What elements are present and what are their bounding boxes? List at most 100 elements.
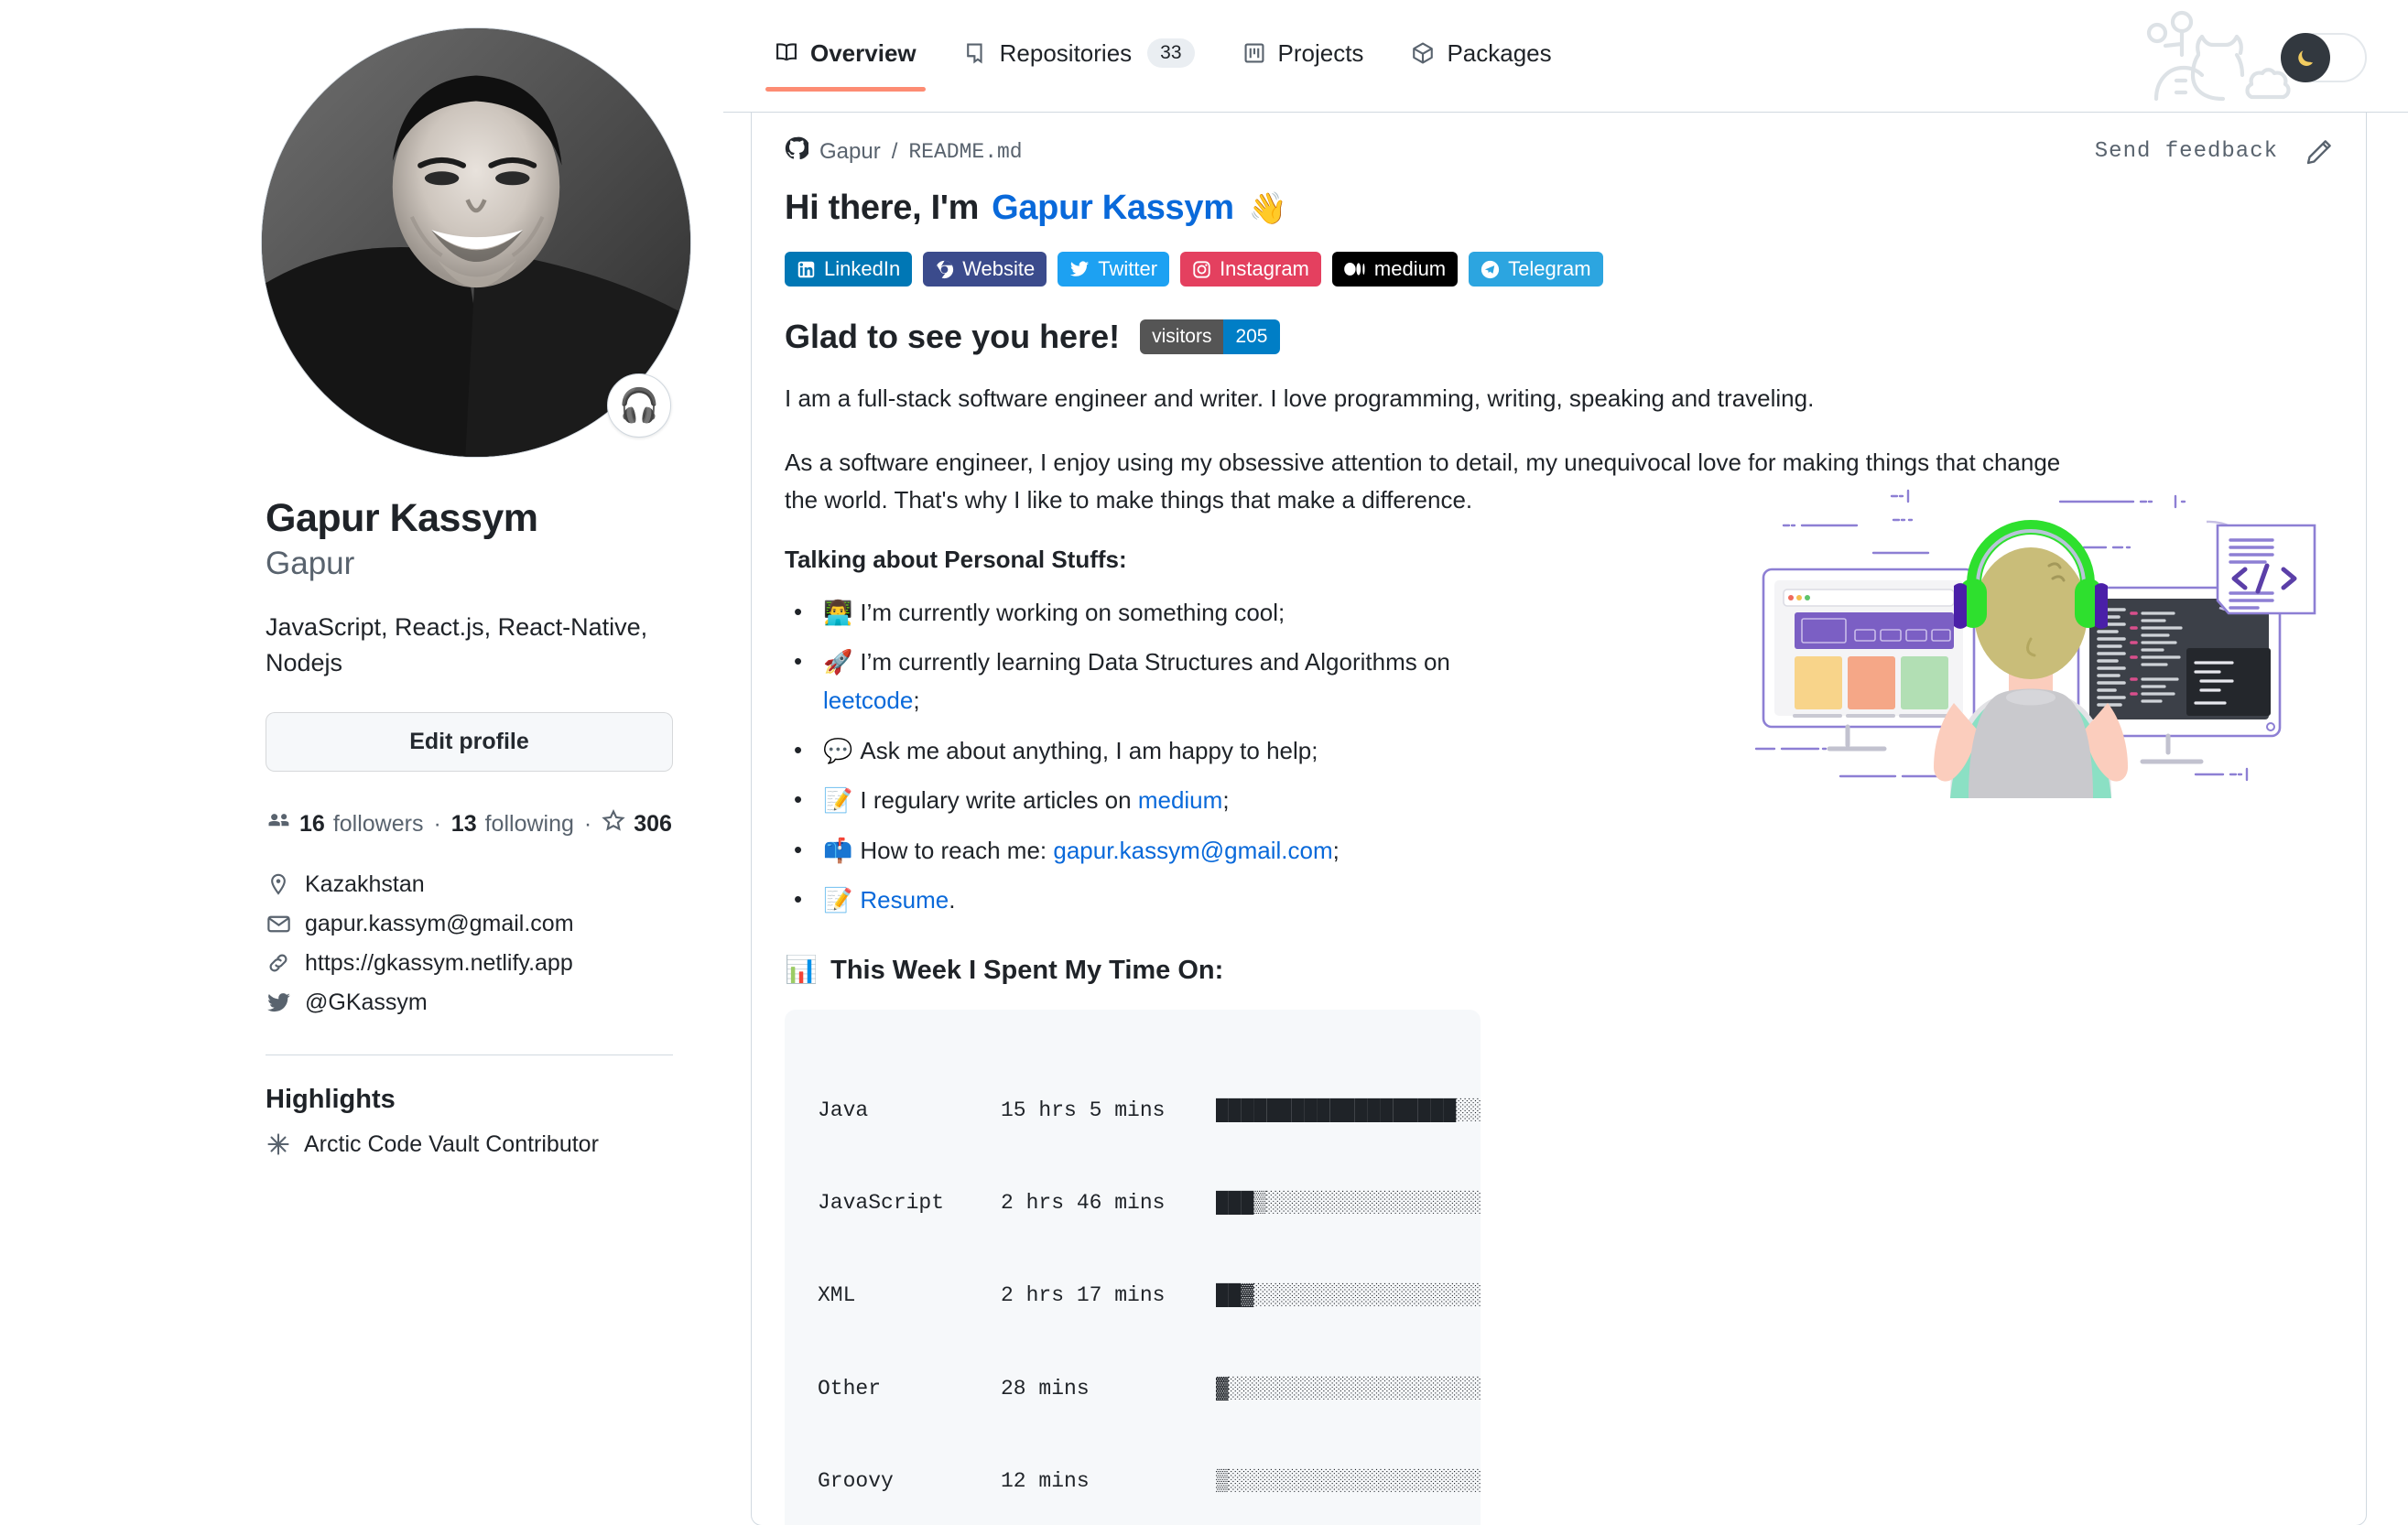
avatar-container: 🎧 (261, 27, 691, 458)
badge-instagram-label: Instagram (1220, 257, 1309, 280)
memo-icon: 📝 (823, 886, 853, 914)
moon-icon (2281, 33, 2330, 82)
badge-linkedin[interactable]: LinkedIn (785, 252, 913, 287)
followers-count[interactable]: 16 (299, 811, 325, 838)
tab-projects-label: Projects (1277, 38, 1364, 67)
highlights-title: Highlights (266, 1084, 396, 1114)
tab-projects[interactable]: Projects (1219, 39, 1388, 92)
visitors-badge: visitors 205 (1140, 319, 1280, 354)
status-badge[interactable]: 🎧 (607, 373, 671, 438)
tab-packages[interactable]: Packages (1387, 39, 1575, 92)
main-content: Overview Repositories 33 Projects Packag… (723, 0, 2408, 1525)
twitter-icon (1069, 259, 1090, 279)
star-icon (602, 808, 625, 839)
people-icon (266, 808, 291, 840)
rocket-icon: 🚀 (823, 648, 853, 676)
meta-twitter-text[interactable]: @GKassym (305, 990, 428, 1016)
readme-title-name[interactable]: Gapur Kassym (992, 189, 1234, 228)
wakatime-row: JavaScript 2 hrs 46 mins ███▒░░░░░░░░░░░… (818, 1188, 1481, 1219)
wakatime-time: 28 mins (1001, 1376, 1090, 1401)
meta-email[interactable]: gapur.kassym@gmail.com (266, 911, 673, 937)
book-icon (775, 41, 798, 65)
list-item: 📫How to reach me: gapur.kassym@gmail.com… (785, 831, 1508, 871)
resume-link[interactable]: Resume (860, 886, 949, 914)
readme-breadcrumb[interactable]: Gapur / README.md (785, 136, 1023, 167)
profile-bio: JavaScript, React.js, React-Native, Node… (266, 612, 648, 676)
wakatime-bar: ██▓░░░░░░░░░░░░░░░░░░░░░░ (1216, 1283, 1481, 1308)
wakatime-time: 2 hrs 46 mins (1001, 1191, 1166, 1216)
profile-name: Gapur Kassym (266, 496, 538, 540)
badge-twitter[interactable]: Twitter (1058, 252, 1170, 287)
badge-instagram[interactable]: Instagram (1180, 252, 1321, 287)
badge-website[interactable]: Website (923, 252, 1047, 287)
visitors-badge-count: 205 (1223, 319, 1280, 354)
badge-website-label: Website (962, 257, 1036, 280)
separator-1: · (433, 810, 441, 837)
list-item-tail: ; (913, 687, 920, 715)
list-item: 👨‍💻I’m currently working on something co… (785, 593, 1508, 633)
wakatime-time: 12 mins (1001, 1469, 1090, 1494)
tab-repositories[interactable]: Repositories 33 (940, 38, 1219, 92)
meta-website[interactable]: https://gkassym.netlify.app (266, 950, 673, 977)
wakatime-bar: ███▒░░░░░░░░░░░░░░░░░░░░░ (1216, 1191, 1481, 1216)
list-item: 🚀I’m currently learning Data Structures … (785, 643, 1508, 719)
meta-website-text[interactable]: https://gkassym.netlify.app (305, 950, 573, 977)
profile-nav-bar: Overview Repositories 33 Projects Packag… (723, 0, 2408, 112)
badge-telegram[interactable]: Telegram (1469, 252, 1603, 287)
wakatime-row: Java 15 hrs 5 mins ███████████████████░░… (818, 1096, 1481, 1127)
list-item: 💬Ask me about anything, I am happy to he… (785, 731, 1508, 771)
developer-at-desk-illustration (1738, 469, 2324, 803)
social-badges: LinkedIn Website Twitter Instagram mediu… (785, 252, 2333, 287)
badge-medium[interactable]: medium (1331, 252, 1459, 287)
github-profile-page: 🎧 Gapur Kassym Gapur JavaScript, React.j… (0, 0, 2408, 1525)
meta-twitter[interactable]: @GKassym (266, 990, 673, 1016)
readme-owner[interactable]: Gapur (819, 139, 881, 165)
following-label[interactable]: following (485, 811, 574, 838)
readme-card: Gapur / README.md Send feedback Hi there… (751, 113, 2367, 1525)
starred-count[interactable]: 306 (634, 811, 672, 838)
wakatime-pre: Java 15 hrs 5 mins ███████████████████░░… (818, 1033, 1481, 1525)
list-item-text: Ask me about anything, I am happy to hel… (860, 736, 1318, 764)
readme-title-prefix: Hi there, I'm (785, 189, 980, 227)
wave-hand-icon: 👋 (1248, 190, 1287, 226)
leetcode-link[interactable]: leetcode (823, 687, 913, 714)
profile-sidebar: 🎧 Gapur Kassym Gapur JavaScript, React.j… (0, 0, 723, 1525)
link-icon (266, 950, 291, 976)
wakatime-bar: ▒░░░░░░░░░░░░░░░░░░░░░░░░ (1216, 1469, 1481, 1494)
instagram-icon (1192, 260, 1211, 279)
pencil-icon[interactable] (2305, 138, 2333, 166)
profile-tabs: Overview Repositories 33 Projects Packag… (751, 0, 1576, 92)
readme-header: Gapur / README.md Send feedback (752, 113, 2366, 176)
list-item-text: I’m currently working on something cool; (860, 598, 1285, 626)
highlight-arctic-vault-label[interactable]: Arctic Code Vault Contributor (304, 1131, 599, 1158)
following-count[interactable]: 13 (451, 811, 477, 838)
project-icon (1242, 41, 1266, 65)
followers-label[interactable]: followers (333, 811, 424, 838)
highlight-arctic-vault[interactable]: Arctic Code Vault Contributor (266, 1131, 673, 1158)
theme-toggle[interactable] (2281, 33, 2367, 82)
bar-chart-icon: 📊 (785, 956, 819, 986)
wakatime-language: Other (818, 1376, 882, 1401)
email-link[interactable]: gapur.kassym@gmail.com (1053, 837, 1332, 864)
readme-filename[interactable]: README.md (908, 140, 1022, 164)
repo-icon (964, 41, 988, 65)
profile-meta-list: Kazakhstan gapur.kassym@gmail.com https:… (266, 871, 673, 1016)
medium-link[interactable]: medium (1138, 786, 1222, 814)
wakatime-stats-block: Java 15 hrs 5 mins ███████████████████░░… (785, 1010, 1481, 1525)
arctic-vault-icon (266, 1131, 291, 1157)
visitors-badge-label: visitors (1140, 319, 1224, 354)
send-feedback-link[interactable]: Send feedback (2095, 139, 2278, 164)
list-item-text: I’m currently learning Data Structures a… (860, 648, 1450, 676)
wakatime-row: Other 28 mins ▓░░░░░░░░░░░░░░░░░░░░░░░░ … (818, 1374, 1481, 1405)
twitter-icon (266, 990, 291, 1015)
meta-location: Kazakhstan (266, 871, 673, 898)
meta-email-text[interactable]: gapur.kassym@gmail.com (305, 911, 574, 937)
wakatime-heading-text: This Week I Spent My Time On: (830, 955, 1224, 985)
readme-title: Hi there, I'm Gapur Kassym 👋 (785, 189, 2333, 228)
tab-repositories-label: Repositories (999, 38, 1133, 67)
tab-overview[interactable]: Overview (751, 39, 940, 92)
mail-icon (266, 911, 291, 936)
location-icon (266, 871, 291, 897)
wakatime-bar: ▓░░░░░░░░░░░░░░░░░░░░░░░░ (1216, 1376, 1481, 1401)
edit-profile-button[interactable]: Edit profile (266, 711, 673, 772)
